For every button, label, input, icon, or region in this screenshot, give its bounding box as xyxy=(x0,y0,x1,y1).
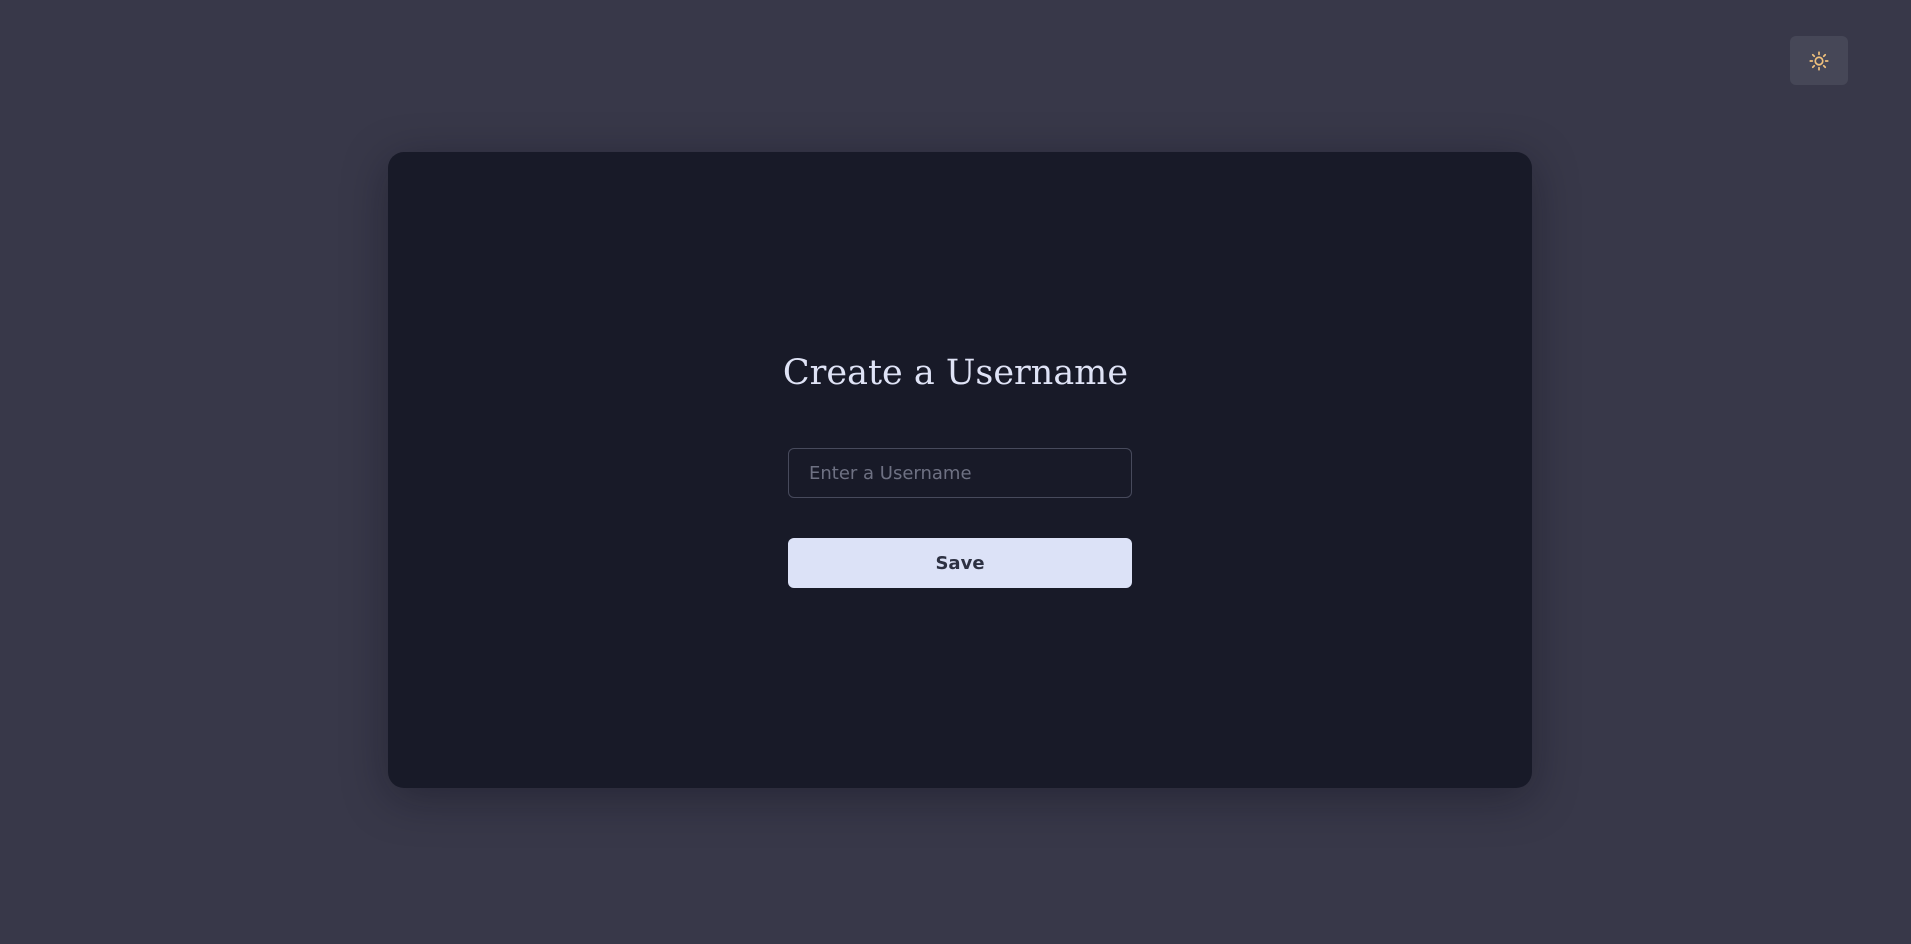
save-button[interactable]: Save xyxy=(788,538,1132,588)
page-title: Create a Username xyxy=(782,353,1129,393)
app-page: Create a Username Save xyxy=(0,0,1911,944)
theme-toggle-button[interactable] xyxy=(1790,36,1848,85)
username-input[interactable] xyxy=(788,448,1132,498)
sun-icon xyxy=(1809,50,1829,71)
